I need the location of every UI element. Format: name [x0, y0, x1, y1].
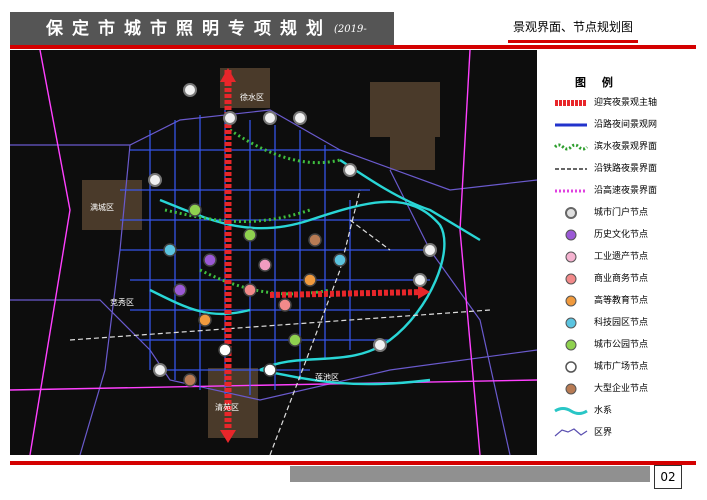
water-line-icon	[554, 407, 588, 415]
legend-label: 商业商务节点	[594, 274, 649, 284]
legend-label: 滨水夜景观界面	[594, 142, 658, 152]
legend-label: 迎宾夜景观主轴	[594, 98, 658, 108]
legend-label: 沿路夜间景观网	[594, 120, 658, 130]
legend-item: 迎宾夜景观主轴	[554, 94, 696, 112]
map-canvas: 竞秀区 莲池区 满城区 清苑区 徐水区	[10, 50, 537, 455]
axis-line-icon	[555, 100, 587, 106]
legend-item: 沿高速夜景界面	[554, 182, 696, 200]
map-subtitle: 景观界面、节点规划图	[508, 14, 638, 43]
road-line-icon	[555, 123, 587, 127]
legend-item: 区界	[554, 424, 696, 442]
planning-map: 竞秀区 莲池区 满城区 清苑区 徐水区	[10, 50, 537, 455]
legend-label: 区界	[594, 428, 613, 438]
legend-item: 高等教育节点	[554, 292, 696, 310]
legend-item: 大型企业节点	[554, 380, 696, 398]
page-title: 保定市城市照明专项规划	[46, 19, 332, 39]
legend-label: 城市门户节点	[594, 208, 649, 218]
district-label: 徐水区	[240, 92, 264, 102]
legend-label: 沿高速夜景界面	[594, 186, 658, 196]
title-bar: 保定市城市照明专项规划 (2019-2035)	[10, 12, 394, 71]
legend-item: 城市门户节点	[554, 204, 696, 222]
district-label: 竞秀区	[110, 297, 134, 307]
legend-item: 工业遗产节点	[554, 248, 696, 266]
legend-item: 滨水夜景观界面	[554, 138, 696, 156]
industrial-node-icon	[565, 251, 577, 263]
highway-lines	[10, 50, 537, 455]
boundary-lines	[10, 109, 537, 455]
legend-item: 商业商务节点	[554, 270, 696, 288]
district-labels: 竞秀区 莲池区 满城区 清苑区 徐水区	[90, 92, 339, 412]
legend-item: 科技园区节点	[554, 314, 696, 332]
park-node-icon	[565, 339, 577, 351]
boundary-line-icon	[554, 428, 588, 437]
legend-label: 水系	[594, 406, 613, 416]
legend-item: 水系	[554, 402, 696, 420]
legend-item: 沿铁路夜景界面	[554, 160, 696, 178]
legend-label: 城市公园节点	[594, 340, 649, 350]
page-number: 02	[654, 465, 682, 489]
legend-item: 城市公园节点	[554, 336, 696, 354]
map-legend: 图 例 迎宾夜景观主轴 沿路夜间景观网 滨水夜景观界面 沿铁路夜景界面 沿高速夜…	[540, 50, 696, 455]
legend-label: 沿铁路夜景界面	[594, 164, 658, 174]
gateway-node-icon	[565, 207, 577, 219]
legend-label: 城市广场节点	[594, 362, 649, 372]
highway-line-icon	[555, 189, 587, 193]
legend-item: 城市广场节点	[554, 358, 696, 376]
page-title-years: (2019-2035)	[334, 24, 367, 71]
education-node-icon	[565, 295, 577, 307]
legend-label: 高等教育节点	[594, 296, 649, 306]
legend-item: 历史文化节点	[554, 226, 696, 244]
legend-label: 大型企业节点	[594, 384, 649, 394]
railway-line-icon	[555, 168, 587, 170]
commercial-node-icon	[565, 273, 577, 285]
legend-item: 沿路夜间景观网	[554, 116, 696, 134]
legend-label: 科技园区节点	[594, 318, 649, 328]
tech-park-node-icon	[565, 317, 577, 329]
district-label: 满城区	[90, 202, 114, 212]
square-node-icon	[565, 361, 577, 373]
enterprise-node-icon	[565, 383, 577, 395]
history-node-icon	[565, 229, 577, 241]
district-label: 莲池区	[315, 372, 339, 382]
district-label: 清苑区	[215, 402, 239, 412]
footer-bar	[290, 466, 650, 482]
legend-title: 图 例	[575, 76, 619, 89]
legend-label: 工业遗产节点	[594, 252, 649, 262]
bottom-red-rule	[10, 461, 696, 465]
top-red-rule	[10, 45, 696, 49]
legend-label: 历史文化节点	[594, 230, 649, 240]
waterfront-line-icon	[554, 143, 588, 151]
